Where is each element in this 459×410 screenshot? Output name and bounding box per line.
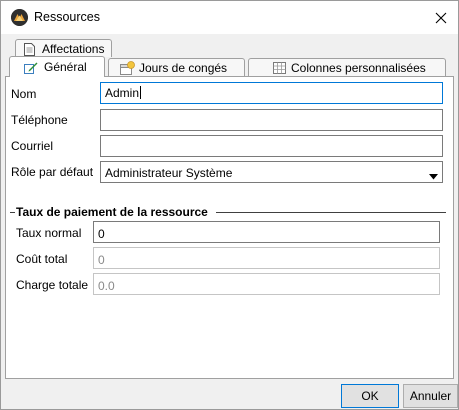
role-label: Rôle par défaut	[11, 165, 94, 179]
app-logo-icon	[11, 9, 28, 26]
nom-value: Admin	[105, 86, 140, 100]
cout-total-field	[93, 247, 440, 269]
tab-jours-de-conges[interactable]: Jours de congés	[108, 58, 245, 77]
nom-label: Nom	[11, 87, 37, 101]
table-icon	[273, 62, 286, 77]
group-border-right	[216, 212, 446, 213]
tab-colonnes-label: Colonnes personnalisées	[291, 61, 426, 75]
window-title: Ressources	[34, 10, 100, 24]
general-tab-panel: Nom Admin Téléphone Courriel Rôle par dé…	[5, 76, 454, 379]
pay-group-title: Taux de paiement de la ressource	[16, 205, 211, 219]
courriel-label: Courriel	[11, 139, 54, 153]
charge-totale-field	[93, 273, 440, 295]
tab-jours-label: Jours de congés	[139, 61, 228, 75]
role-selected-value: Administrateur Système	[105, 166, 233, 180]
title-bar[interactable]: Ressources	[1, 1, 458, 34]
telephone-label: Téléphone	[11, 113, 68, 127]
tab-affectations[interactable]: Affectations	[15, 39, 112, 57]
resources-dialog: Ressources Affectations Général Jours de…	[0, 0, 459, 410]
close-button[interactable]	[424, 1, 458, 34]
telephone-field[interactable]	[100, 109, 443, 131]
edit-icon	[24, 61, 38, 77]
role-dropdown[interactable]: Administrateur Système	[100, 161, 443, 183]
nom-field[interactable]: Admin	[100, 82, 443, 104]
group-border-left	[10, 212, 15, 213]
text-cursor	[140, 86, 142, 99]
taux-normal-label: Taux normal	[16, 226, 82, 240]
taux-normal-field[interactable]	[93, 221, 440, 243]
chevron-down-icon	[429, 169, 438, 183]
button-bar: OK Annuler	[1, 379, 458, 409]
tab-colonnes-personnalisees[interactable]: Colonnes personnalisées	[248, 58, 446, 77]
courriel-field[interactable]	[100, 135, 443, 157]
tab-general[interactable]: Général	[9, 56, 105, 77]
cout-total-label: Coût total	[16, 252, 68, 266]
close-icon	[435, 12, 447, 23]
charge-totale-label: Charge totale	[16, 278, 89, 292]
cancel-button[interactable]: Annuler	[403, 384, 458, 408]
tab-general-label: Général	[44, 60, 87, 74]
ok-button[interactable]: OK	[341, 384, 399, 408]
tab-affectations-label: Affectations	[42, 42, 105, 56]
